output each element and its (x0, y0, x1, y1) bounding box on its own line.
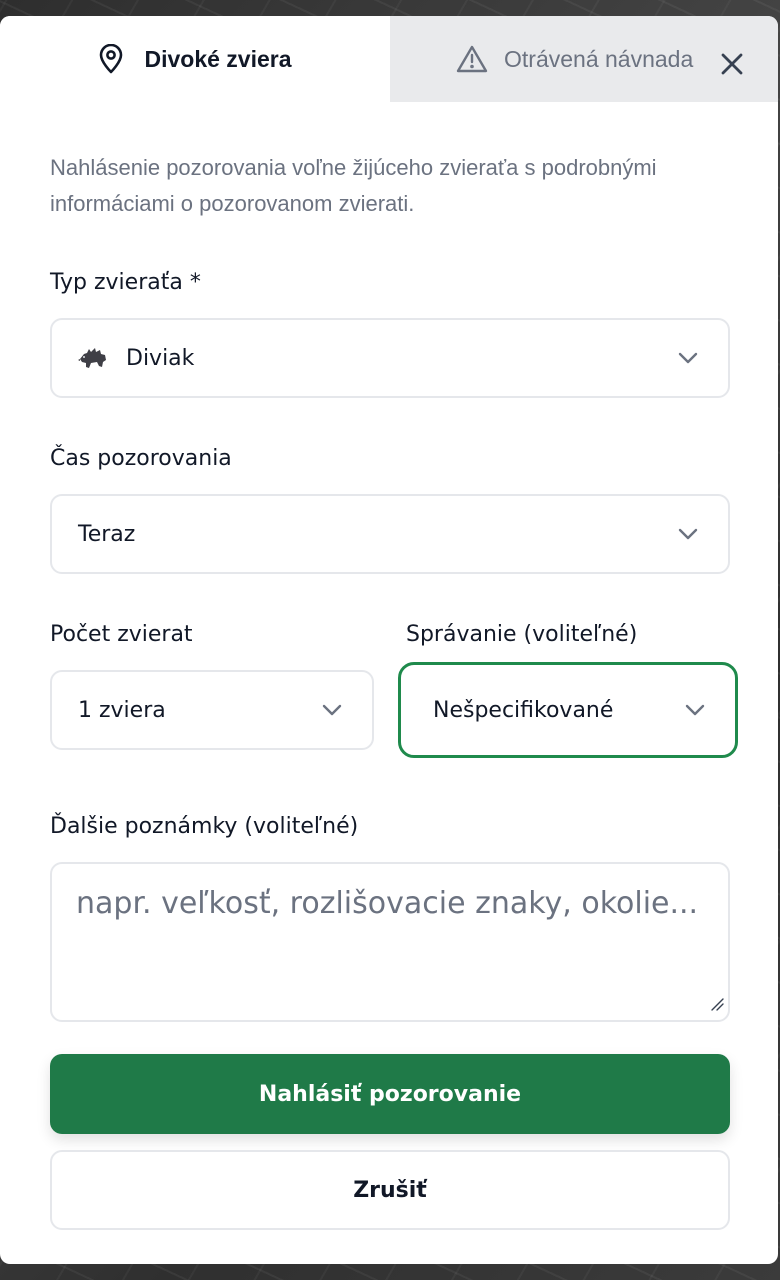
observation-time-value: Teraz (78, 521, 136, 547)
animal-count-label: Počet zvierat (50, 622, 193, 647)
close-icon (721, 53, 743, 75)
resize-handle-icon[interactable] (710, 997, 724, 1016)
tab-wild-animal[interactable]: Divoké zviera (0, 16, 390, 102)
cancel-button[interactable]: Zrušiť (50, 1150, 730, 1230)
tab-poisoned-bait-label: Otrávená návnada (504, 45, 694, 72)
behavior-select[interactable]: Nešpecifikované (398, 662, 738, 758)
form-description: Nahlásenie pozorovania voľne žijúceho zv… (50, 155, 657, 216)
chevron-down-icon (678, 352, 698, 364)
submit-report-button[interactable]: Nahlásiť pozorovanie (50, 1054, 730, 1134)
notes-textarea[interactable]: napr. veľkosť, rozlišovacie znaky, okoli… (50, 862, 730, 1022)
animal-count-value: 1 zviera (78, 697, 166, 723)
warning-triangle-icon (456, 44, 488, 74)
boar-icon (78, 345, 108, 371)
tab-bar: Divoké zviera Otrávená návnada (0, 16, 778, 102)
observation-time-select[interactable]: Teraz (50, 494, 730, 574)
behavior-value: Nešpecifikované (433, 697, 614, 723)
notes-placeholder: napr. veľkosť, rozlišovacie znaky, okoli… (76, 886, 699, 921)
animal-type-value: Diviak (126, 345, 195, 371)
observation-time-label: Čas pozorovania (50, 446, 232, 471)
animal-count-select[interactable]: 1 zviera (50, 670, 374, 750)
animal-type-select[interactable]: Diviak (50, 318, 730, 398)
tab-wild-animal-label: Divoké zviera (144, 45, 292, 72)
chevron-down-icon (685, 704, 705, 716)
notes-label: Ďalšie poznámky (voliteľné) (50, 814, 359, 839)
report-dialog: Divoké zviera Otrávená návnada Nahláseni… (0, 16, 778, 1264)
animal-type-label: Typ zvieraťa * (50, 270, 201, 295)
behavior-label: Správanie (voliteľné) (406, 622, 638, 647)
close-button[interactable] (720, 52, 744, 76)
map-pin-icon (98, 44, 124, 74)
chevron-down-icon (678, 528, 698, 540)
chevron-down-icon (322, 704, 342, 716)
